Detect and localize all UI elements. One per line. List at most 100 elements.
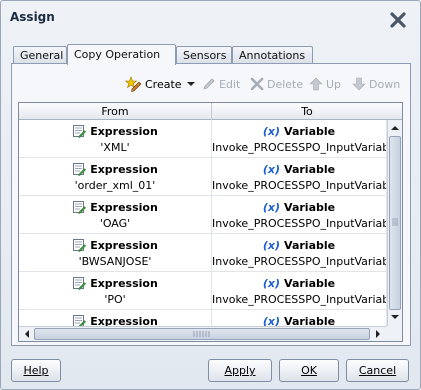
cancel-label: Cancel [358, 364, 397, 377]
to-cell[interactable]: (x) Variable [212, 310, 387, 326]
to-value: Invoke_PROCESSPO_InputVariable [212, 217, 386, 230]
from-type-label: Expression [90, 200, 158, 214]
to-type-label: Variable [284, 238, 336, 252]
to-type: (x) Variable [212, 275, 386, 291]
variable-icon: (x) [262, 238, 281, 252]
tab-strip: General Copy Operation Sensors Annotatio… [13, 44, 413, 65]
scroll-right-icon[interactable] [371, 327, 385, 341]
create-button[interactable]: Create [124, 74, 199, 94]
horizontal-scroll-thumb[interactable] [34, 328, 370, 340]
variable-icon: (x) [262, 124, 281, 138]
apply-button[interactable]: Apply [208, 359, 272, 382]
toolbar: Create Edit Delete Up Down [12, 74, 410, 94]
table-row[interactable]: Expression 'BWSANJOSE' (x) Variable Invoke_P… [19, 234, 387, 272]
to-type-label: Variable [284, 162, 336, 176]
from-cell[interactable]: Expression 'BWSANJOSE' [19, 234, 212, 272]
from-cell[interactable]: Expression 'XML' [19, 120, 212, 158]
arrow-up-icon [309, 77, 323, 91]
copy-operation-panel: Create Edit Delete Up Down From To Expre… [11, 63, 411, 346]
to-cell[interactable]: (x) Variable Invoke_PROCESSPO_InputVariabl… [212, 158, 387, 196]
from-type-label: Expression [90, 276, 158, 290]
ok-label: OK [301, 364, 317, 377]
to-value: Invoke_PROCESSPO_InputVariable [212, 255, 386, 268]
to-cell[interactable]: (x) Variable Invoke_PROCESSPO_InputVariabl… [212, 272, 387, 310]
from-value: 'PO' [104, 293, 126, 306]
to-cell[interactable]: (x) Variable Invoke_PROCESSPO_InputVariabl… [212, 234, 387, 272]
from-cell[interactable]: Expression 'OAG' [19, 196, 212, 234]
to-type: (x) Variable [212, 199, 386, 215]
arrow-down-icon [352, 77, 366, 91]
create-label: Create [145, 77, 182, 91]
tab-copy-operation[interactable]: Copy Operation [67, 44, 176, 65]
table-row[interactable]: Expression 'PO' (x) Variable Invoke_PROCESSP… [19, 272, 387, 310]
expression-icon [73, 277, 87, 290]
to-type: (x) Variable [212, 123, 386, 139]
create-icon [124, 76, 142, 92]
help-button[interactable]: Help [11, 359, 61, 382]
vertical-scrollbar[interactable] [387, 120, 402, 326]
cancel-button[interactable]: Cancel [346, 359, 409, 382]
to-cell[interactable]: (x) Variable Invoke_PROCESSPO_InputVariabl… [212, 120, 387, 158]
to-type: (x) Variable [212, 161, 386, 177]
from-type: Expression [19, 123, 211, 139]
variable-icon: (x) [262, 314, 281, 327]
ok-button[interactable]: OK [279, 359, 339, 382]
scroll-down-icon[interactable] [388, 310, 402, 324]
from-type: Expression [19, 161, 211, 177]
from-value: 'BWSANJOSE' [78, 255, 152, 268]
title-bar: Assign [1, 1, 420, 39]
vertical-scroll-thumb[interactable] [389, 136, 401, 310]
scroll-corner [387, 326, 402, 341]
to-type: (x) Variable [212, 237, 386, 253]
from-type-label: Expression [90, 162, 158, 176]
expression-icon [73, 315, 87, 326]
scroll-up-icon[interactable] [388, 121, 402, 135]
to-value: Invoke_PROCESSPO_InputVariable [212, 179, 386, 192]
to-type-label: Variable [284, 124, 336, 138]
table-row[interactable]: Expression (x) Variable [19, 310, 387, 326]
down-label: Down [369, 77, 401, 91]
help-label: Help [23, 364, 49, 377]
to-type: (x) Variable [212, 313, 386, 327]
column-header-from[interactable]: From [19, 103, 212, 120]
delete-button[interactable]: Delete [250, 74, 303, 94]
grip-icon [193, 331, 210, 337]
expression-icon [73, 125, 87, 138]
horizontal-scrollbar[interactable] [19, 326, 387, 341]
variable-icon: (x) [262, 200, 281, 214]
tab-general[interactable]: General [13, 46, 67, 64]
variable-icon: (x) [262, 162, 281, 176]
from-type: Expression [19, 275, 211, 291]
table-row[interactable]: Expression 'XML' (x) Variable Invoke_PROCESS… [19, 120, 387, 158]
from-cell[interactable]: Expression [19, 310, 212, 326]
from-type-label: Expression [90, 314, 158, 327]
to-type-label: Variable [284, 276, 336, 290]
table-row[interactable]: Expression 'order_xml_01' (x) Variable Invok… [19, 158, 387, 196]
from-type: Expression [19, 313, 211, 326]
to-cell[interactable]: (x) Variable Invoke_PROCESSPO_InputVariabl… [212, 196, 387, 234]
edit-button[interactable]: Edit [202, 74, 240, 94]
from-cell[interactable]: Expression 'PO' [19, 272, 212, 310]
from-type: Expression [19, 237, 211, 253]
scroll-left-icon[interactable] [20, 327, 34, 341]
from-cell[interactable]: Expression 'order_xml_01' [19, 158, 212, 196]
close-icon[interactable] [389, 11, 407, 29]
tab-sensors[interactable]: Sensors [176, 46, 232, 64]
dialog-title: Assign [10, 10, 55, 24]
table-body: Expression 'XML' (x) Variable Invoke_PROCESS… [19, 120, 387, 326]
from-type-label: Expression [90, 124, 158, 138]
to-type-label: Variable [284, 200, 336, 214]
copy-rules-table: From To Expression 'XML' (x) Variable Invoke… [18, 102, 403, 342]
tab-annotations[interactable]: Annotations [232, 46, 313, 64]
edit-label: Edit [219, 77, 241, 91]
up-label: Up [326, 77, 342, 91]
down-button[interactable]: Down [352, 74, 400, 94]
table-row[interactable]: Expression 'OAG' (x) Variable Invoke_PROCESS… [19, 196, 387, 234]
apply-label: Apply [224, 364, 256, 377]
column-header-to[interactable]: To [212, 103, 402, 120]
to-value: Invoke_PROCESSPO_InputVariable [212, 293, 386, 306]
pencil-icon [203, 78, 215, 90]
variable-icon: (x) [262, 276, 281, 290]
from-value: 'XML' [100, 141, 130, 154]
up-button[interactable]: Up [309, 74, 341, 94]
